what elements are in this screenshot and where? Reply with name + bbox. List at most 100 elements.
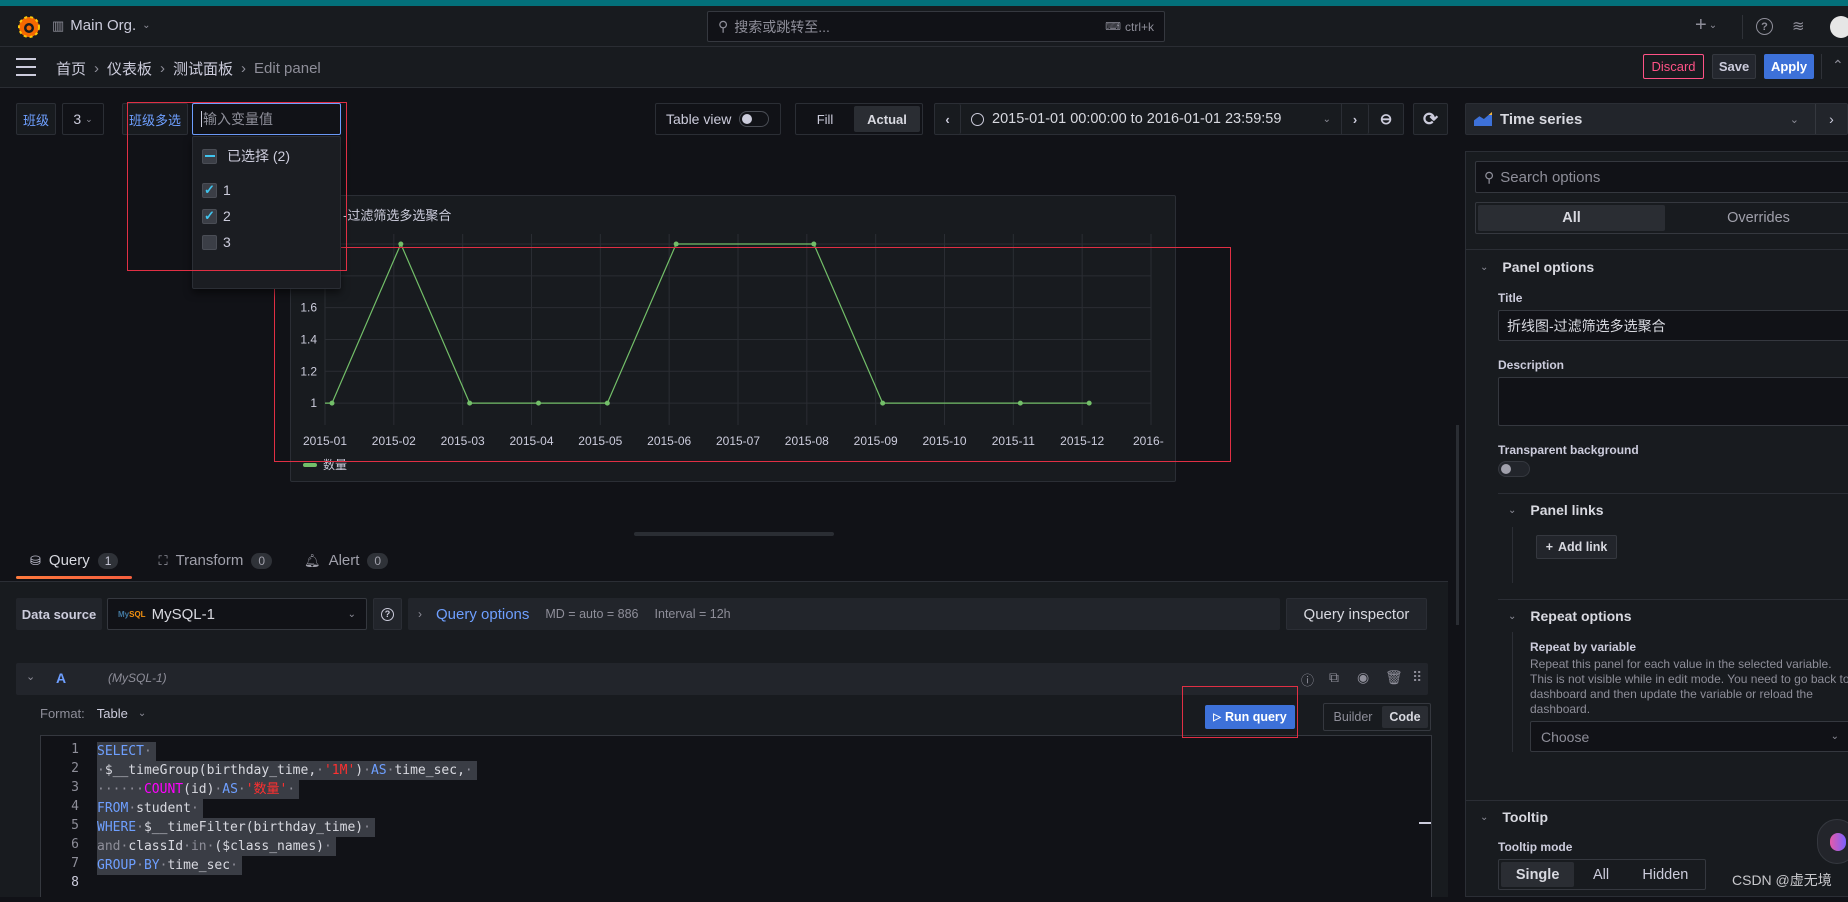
time-back-icon[interactable]: ‹ (935, 104, 961, 134)
grafana-logo-icon[interactable] (17, 15, 41, 39)
chevron-right-icon: › (418, 607, 422, 621)
query-help-icon[interactable]: ⓘ (1301, 670, 1314, 689)
clock-icon (971, 112, 984, 126)
tooltip-mode-single[interactable]: Single (1501, 862, 1575, 887)
delete-query-icon[interactable]: 🗑︎ (1385, 669, 1403, 686)
editor-scrollbar-marker[interactable] (1419, 822, 1431, 824)
data-point (536, 400, 541, 406)
add-link-button[interactable]: + Add link (1536, 535, 1617, 559)
panel-links-header[interactable]: ⌄ Panel links (1508, 502, 1604, 518)
help-icon: ? (381, 607, 394, 621)
drag-handle-icon[interactable]: ⠿ (1412, 669, 1422, 686)
tooltip-mode-hidden[interactable]: Hidden (1628, 862, 1703, 887)
data-point (880, 400, 886, 406)
variable-option[interactable]: ✓ 1 (202, 182, 231, 198)
select-all-option[interactable]: 已选择 (2) (202, 146, 290, 166)
query-ref-id[interactable]: A (56, 670, 66, 686)
option-checkbox-unchecked[interactable] (202, 234, 217, 250)
series-line (325, 242, 1090, 404)
chevron-right-icon[interactable]: › (1815, 104, 1847, 134)
save-button[interactable]: Save (1712, 54, 1756, 79)
x-tick-label: 2015-07 (716, 434, 760, 448)
code-mode-option[interactable]: Code (1382, 706, 1428, 728)
indeterminate-checkbox[interactable] (202, 148, 217, 164)
x-tick-label: 2015-08 (785, 434, 829, 448)
breadcrumb-home[interactable]: 首页 (56, 58, 86, 79)
chevron-down-icon: ⌄ (347, 608, 356, 620)
chevron-down-icon: ⌄ (1508, 504, 1517, 516)
repeat-variable-select[interactable]: Choose ⌄ (1530, 721, 1848, 752)
tab-count-badge: 1 (97, 552, 119, 569)
tooltip-mode-all[interactable]: All (1576, 862, 1626, 887)
sql-code-editor[interactable]: 1 2 3 4 5 6 7 8 SELECT· ·$__timeGroup(bir… (40, 735, 1432, 897)
variable-input-class-multi[interactable]: 输入变量值 (192, 103, 341, 135)
new-menu-button[interactable]: + ⌄ (1695, 14, 1717, 37)
fill-actual-radio: Fill Actual (795, 103, 923, 135)
panel-options-header[interactable]: ⌄ Panel options (1480, 259, 1594, 275)
fill-option[interactable]: Fill (798, 106, 852, 132)
datasource-label: Data source (16, 598, 102, 630)
transparent-bg-toggle[interactable] (1498, 461, 1530, 477)
zoom-out-icon[interactable]: ⊖ (1369, 104, 1403, 134)
tab-all[interactable]: All (1478, 205, 1665, 231)
tab-overrides[interactable]: Overrides (1665, 205, 1848, 231)
datasource-help-button[interactable]: ? (373, 598, 402, 630)
builder-mode-option[interactable]: Builder (1326, 706, 1380, 728)
duplicate-query-icon[interactable]: ⧉ (1329, 669, 1339, 686)
toggle-switch[interactable] (739, 111, 770, 127)
datasource-picker[interactable]: MySQL MySQL-1 ⌄ (107, 598, 367, 630)
data-point (811, 241, 817, 247)
x-tick-label: 2015-09 (854, 434, 898, 448)
line-number: 7 (71, 856, 79, 871)
repeat-options-header[interactable]: ⌄ Repeat options (1508, 608, 1632, 624)
option-checkbox-checked[interactable]: ✓ (202, 182, 217, 198)
variable-option[interactable]: 3 (202, 234, 231, 250)
toggle-visibility-icon[interactable]: ◉ (1357, 669, 1369, 686)
chart-legend[interactable]: 数量 (303, 456, 347, 473)
org-switcher[interactable]: ▥ Main Org. ⌄ (52, 17, 151, 34)
help-icon[interactable]: ? (1756, 18, 1773, 35)
panel-splitter-handle[interactable] (634, 532, 834, 536)
news-rss-icon[interactable]: ≋ (1792, 17, 1805, 35)
tooltip-header[interactable]: ⌄ Tooltip (1480, 809, 1548, 825)
option-checkbox-checked[interactable]: ✓ (202, 208, 217, 224)
options-search-input[interactable]: ⚲ Search options (1475, 161, 1848, 193)
time-range-button[interactable]: 2015-01-01 00:00:00 to 2016-01-01 23:59:… (961, 104, 1342, 134)
user-avatar[interactable] (1830, 16, 1848, 38)
run-query-button[interactable]: ▷ Run query (1205, 705, 1295, 729)
tab-alert[interactable]: 🔔︎ Alert 0 (304, 552, 389, 579)
hamburger-menu-icon[interactable] (16, 58, 36, 76)
global-search-input[interactable]: ⚲ 搜索或跳转至... ⌨ ctrl+k (707, 11, 1165, 42)
breadcrumb-dashboard[interactable]: 测试面板 (173, 58, 233, 79)
viz-name: Time series (1500, 110, 1583, 128)
collapse-up-icon[interactable]: ⌃ (1832, 57, 1844, 74)
code-line: FROM·student· (97, 799, 203, 818)
topbar-divider (1742, 15, 1743, 39)
visualization-picker[interactable]: Time series ⌄ › (1465, 103, 1848, 135)
format-select[interactable]: Table ⌄ (97, 706, 146, 721)
floating-assistant-button[interactable] (1817, 819, 1848, 864)
datasource-value: MySQL-1 (151, 605, 215, 623)
panel-title-input[interactable]: 折线图-过滤筛选多选聚合 (1498, 310, 1848, 341)
line-number: 1 (71, 742, 79, 757)
apply-button[interactable]: Apply (1764, 54, 1814, 79)
breadcrumb-separator: › (160, 60, 166, 77)
panel-description-textarea[interactable] (1498, 377, 1848, 426)
refresh-button[interactable]: ⟳ (1413, 103, 1448, 135)
variable-select-class[interactable]: 3 ⌄ (62, 103, 104, 135)
query-options-bar[interactable]: › Query options MD = auto = 886 Interval… (408, 598, 1280, 630)
table-view-toggle[interactable]: Table view (655, 103, 781, 135)
time-forward-icon[interactable]: › (1342, 104, 1369, 134)
tab-transform[interactable]: ⛶ Transform 0 (158, 552, 273, 579)
actual-option[interactable]: Actual (854, 106, 920, 132)
title-label: Title (1498, 291, 1523, 305)
code-content[interactable]: SELECT· ·$__timeGroup(birthday_time,·'1M'… (97, 742, 1397, 902)
variable-option[interactable]: ✓ 2 (202, 208, 231, 224)
discard-button[interactable]: Discard (1643, 54, 1704, 79)
tab-label: Query (48, 552, 90, 569)
breadcrumb-dashboards[interactable]: 仪表板 (107, 58, 152, 79)
collapse-chevron-icon[interactable]: ⌄ (26, 670, 35, 683)
query-inspector-button[interactable]: Query inspector (1286, 598, 1427, 630)
pane-splitter[interactable] (1456, 425, 1459, 625)
tab-query[interactable]: ⛁ Query 1 (16, 552, 133, 579)
